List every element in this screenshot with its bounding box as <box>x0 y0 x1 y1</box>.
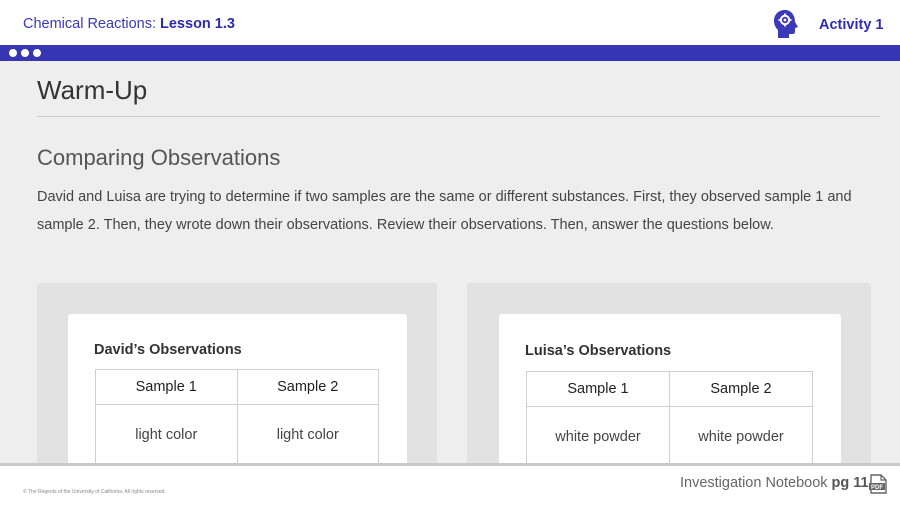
pdf-icon[interactable]: PDF <box>868 474 888 494</box>
lesson-label: Lesson 1.3 <box>160 16 235 32</box>
table-cell: light color <box>95 404 238 465</box>
notebook-label: Investigation Notebook <box>680 475 828 491</box>
table-cell: white powder <box>526 406 670 467</box>
card-title: David’s Observations <box>94 342 242 358</box>
observations-table: Sample 1 Sample 2 white powder white pow… <box>526 371 813 467</box>
table-row: white powder white powder <box>526 406 813 467</box>
intro-text: David and Luisa are trying to determine … <box>37 189 852 233</box>
copyright: © The Regents of the University of Calif… <box>23 489 166 495</box>
page-number: pg 11 <box>831 475 869 491</box>
observations-table: Sample 1 Sample 2 light color light colo… <box>95 369 379 465</box>
column-header: Sample 2 <box>236 369 379 405</box>
table-row: light color light color <box>95 404 379 465</box>
course-name: Chemical Reactions: <box>23 16 156 32</box>
svg-text:PDF: PDF <box>871 485 883 491</box>
activity-label: Activity 1 <box>819 17 884 33</box>
menu-dot[interactable] <box>33 49 41 57</box>
divider <box>37 116 880 117</box>
column-header: Sample 2 <box>669 371 813 407</box>
column-header: Sample 1 <box>526 371 670 407</box>
head-gear-icon <box>774 10 798 38</box>
notebook-reference: Investigation Notebook pg 11 <box>680 475 869 491</box>
progress-bar <box>0 45 900 61</box>
subtitle: Comparing Observations <box>37 145 281 170</box>
table-cell: light color <box>236 404 379 465</box>
menu-dot[interactable] <box>21 49 29 57</box>
section-title: Warm-Up <box>37 75 148 105</box>
course-title: Chemical Reactions: Lesson 1.3 <box>23 16 235 32</box>
menu-dot[interactable] <box>9 49 17 57</box>
table-cell: white powder <box>669 406 813 467</box>
column-header: Sample 1 <box>95 369 238 405</box>
card-title: Luisa’s Observations <box>525 343 672 359</box>
